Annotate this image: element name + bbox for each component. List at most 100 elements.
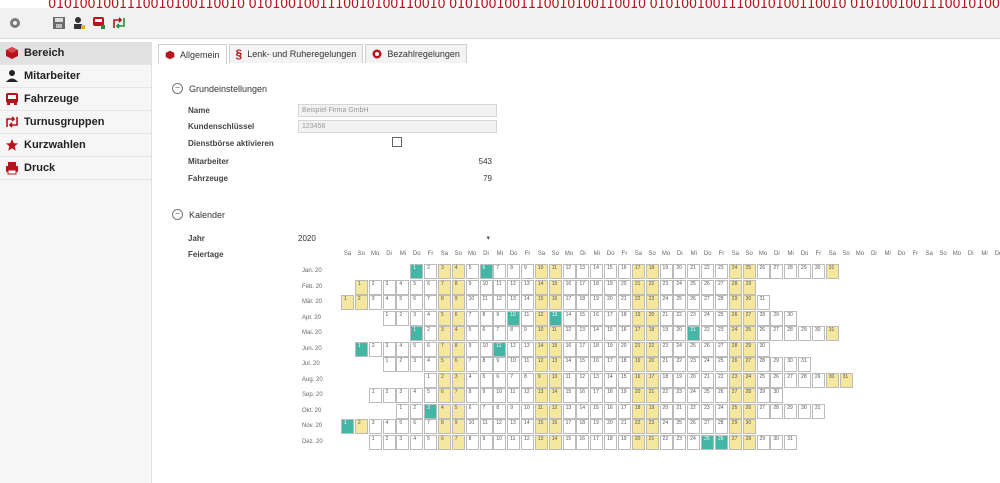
calendar-day[interactable]: 22 <box>659 434 673 450</box>
calendar-day[interactable]: 25 <box>687 341 701 357</box>
calendar-day[interactable]: 11 <box>548 264 562 279</box>
calendar-day[interactable]: 9 <box>465 279 479 295</box>
calendar-day[interactable]: 14 <box>562 357 576 372</box>
calendar-day[interactable]: 8 <box>521 372 535 388</box>
calendar-day[interactable]: 10 <box>534 264 548 279</box>
calendar-day[interactable]: 15 <box>618 372 631 388</box>
calendar-day[interactable]: 23 <box>659 279 673 295</box>
calendar-day[interactable]: 28 <box>770 403 784 419</box>
calendar-day[interactable]: 19 <box>659 326 673 341</box>
calendar-day[interactable]: 25 <box>714 310 728 326</box>
calendar-day[interactable]: 26 <box>701 279 715 295</box>
calendar-day[interactable]: 12 <box>521 434 535 450</box>
calendar-day[interactable]: 10 <box>493 434 507 450</box>
calendar-day[interactable]: 24 <box>701 310 715 326</box>
calendar-day[interactable]: 24 <box>728 264 742 279</box>
calendar-day[interactable]: 6 <box>424 279 438 295</box>
calendar-day[interactable]: 15 <box>562 434 576 450</box>
calendar-day[interactable]: 27 <box>756 403 770 419</box>
calendar-day[interactable]: 19 <box>631 310 645 326</box>
calendar-day[interactable]: 11 <box>534 403 548 419</box>
calendar-day[interactable]: 26 <box>714 388 728 403</box>
calendar-day[interactable]: 30 <box>756 341 770 357</box>
calendar-day[interactable]: 18 <box>576 295 590 310</box>
calendar-day[interactable]: 31 <box>839 372 853 388</box>
calendar-day[interactable]: 25 <box>728 403 742 419</box>
calendar-day[interactable]: 14 <box>604 372 618 388</box>
calendar-day[interactable]: 10 <box>548 372 562 388</box>
calendar-day[interactable]: 8 <box>507 264 521 279</box>
calendar-day[interactable]: 31 <box>798 357 812 372</box>
calendar-day[interactable]: 28 <box>728 341 742 357</box>
calendar-day[interactable]: 24 <box>659 295 673 310</box>
calendar-day[interactable]: 2 <box>437 372 451 388</box>
calendar-day[interactable]: 29 <box>756 388 770 403</box>
calendar-day[interactable]: 4 <box>451 264 465 279</box>
calendar-day[interactable]: 7 <box>479 403 493 419</box>
calendar-day[interactable]: 2 <box>396 310 410 326</box>
calendar-day[interactable]: 11 <box>521 310 535 326</box>
calendar-day[interactable]: 23 <box>714 326 728 341</box>
calendar-day[interactable]: 14 <box>521 295 535 310</box>
calendar-day[interactable]: 6 <box>437 434 451 450</box>
calendar-day[interactable]: 31 <box>825 264 839 279</box>
calendar-day[interactable]: 10 <box>465 419 479 434</box>
calendar-day[interactable]: 24 <box>659 419 673 434</box>
calendar-day[interactable]: 23 <box>659 341 673 357</box>
calendar-day[interactable]: 9 <box>521 264 535 279</box>
calendar-day[interactable]: 31 <box>756 295 770 310</box>
calendar-day[interactable]: 29 <box>728 419 742 434</box>
calendar-day[interactable]: 4 <box>410 388 424 403</box>
calendar-day[interactable]: 30 <box>811 326 825 341</box>
calendar-day[interactable]: 6 <box>479 326 493 341</box>
calendar-day[interactable]: 30 <box>742 295 756 310</box>
calendar-day[interactable]: 28 <box>742 434 756 450</box>
calendar-day[interactable]: 29 <box>728 295 742 310</box>
calendar-day[interactable]: 18 <box>631 403 645 419</box>
calendar-day[interactable]: 26 <box>728 310 742 326</box>
calendar-day[interactable]: 1 <box>410 264 424 279</box>
calendar-day[interactable]: 27 <box>770 264 784 279</box>
calendar-day[interactable]: 15 <box>604 264 618 279</box>
calendar-day[interactable]: 1 <box>368 434 382 450</box>
calendar-day[interactable]: 15 <box>534 295 548 310</box>
calendar-day[interactable]: 13 <box>576 326 590 341</box>
calendar-day[interactable]: 15 <box>548 341 562 357</box>
calendar-day[interactable]: 18 <box>645 326 659 341</box>
calendar-day[interactable]: 29 <box>798 264 812 279</box>
calendar-day[interactable]: 15 <box>576 357 590 372</box>
calendar-day[interactable]: 27 <box>728 434 742 450</box>
calendar-day[interactable]: 8 <box>451 341 465 357</box>
calendar-day[interactable]: 1 <box>341 295 354 310</box>
calendar-day[interactable]: 27 <box>770 326 784 341</box>
calendar-day[interactable]: 28 <box>714 419 728 434</box>
calendar-day[interactable]: 12 <box>493 419 507 434</box>
calendar-day[interactable]: 18 <box>659 372 673 388</box>
tab-lenk-und-ruheregelungen[interactable]: § Lenk- und Ruheregelungen <box>228 44 364 63</box>
calendar-day[interactable]: 16 <box>604 403 618 419</box>
calendar-day[interactable]: 5 <box>437 357 451 372</box>
calendar-day[interactable]: 11 <box>507 434 521 450</box>
calendar-day[interactable]: 17 <box>590 388 604 403</box>
calendar-day[interactable]: 28 <box>756 310 770 326</box>
calendar-day[interactable]: 24 <box>701 357 715 372</box>
calendar-day[interactable]: 2 <box>424 326 438 341</box>
calendar-day[interactable]: 21 <box>618 295 631 310</box>
calendar-day[interactable]: 17 <box>645 372 659 388</box>
calendar-day[interactable]: 12 <box>548 403 562 419</box>
calendar-day[interactable]: 27 <box>701 419 715 434</box>
calendar-day[interactable]: 17 <box>576 279 590 295</box>
calendar-day[interactable]: 17 <box>562 295 576 310</box>
calendar-day[interactable]: 4 <box>465 372 479 388</box>
calendar-day[interactable]: 14 <box>521 419 535 434</box>
calendar-day[interactable]: 3 <box>382 341 396 357</box>
calendar-day[interactable]: 30 <box>811 264 825 279</box>
calendar-day[interactable]: 2 <box>354 295 368 310</box>
calendar-day[interactable]: 6 <box>465 403 479 419</box>
calendar-day[interactable]: 5 <box>410 341 424 357</box>
calendar-day[interactable]: 13 <box>534 388 548 403</box>
calendar-day[interactable]: 31 <box>784 434 798 450</box>
calendar-day[interactable]: 20 <box>604 419 618 434</box>
calendar-day[interactable]: 29 <box>784 403 798 419</box>
calendar-day[interactable]: 21 <box>645 388 659 403</box>
